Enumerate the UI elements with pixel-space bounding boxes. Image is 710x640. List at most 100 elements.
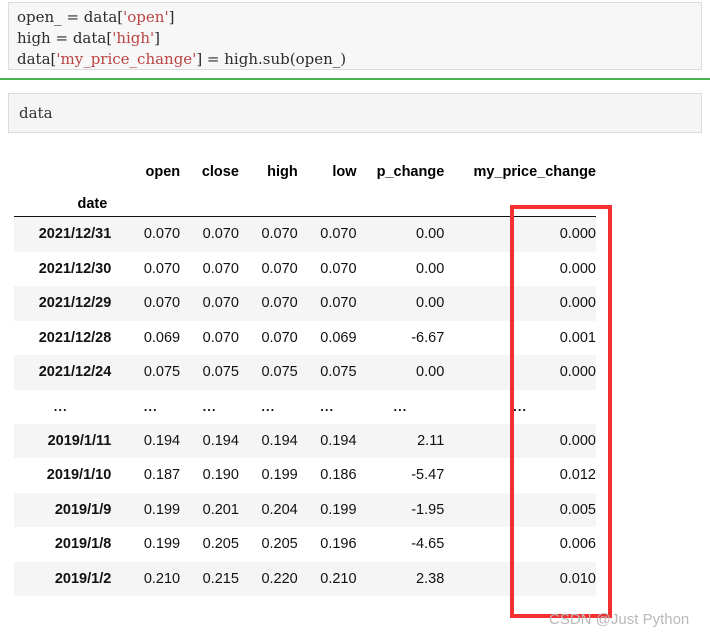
table-row-index: 2021/12/31: [38, 226, 112, 243]
table-row-index: 2019/1/10: [46, 467, 112, 484]
table-cell-my_price_change: 0.000: [559, 364, 596, 381]
table-body: 2021/12/31 0.070 0.070 0.070 0.070 0.00 0.000 2…: [14, 216, 596, 596]
table-cell-low: 0.069: [320, 329, 357, 346]
column-header-my-price-change: my_price_change: [473, 164, 596, 180]
code-token-plain: ]: [168, 8, 175, 26]
table-row: 2021/12/31 0.070 0.070 0.070 0.070 0.00 0.000: [14, 216, 596, 252]
table-cell-close: 0.070: [202, 295, 239, 312]
index-rule-6: [444, 180, 596, 217]
table-row-index: 2019/1/9: [54, 501, 112, 518]
table-cell-p_change: -6.67: [411, 329, 445, 346]
code-token-plain: ]: [154, 29, 161, 47]
table-cell-close: 0.190: [202, 467, 239, 484]
table-cell-my_price_change: 0.012: [559, 467, 596, 484]
table-cell-low: 0.199: [320, 501, 357, 518]
table-cell-open: 0.070: [143, 260, 181, 277]
table-cell-high: 0.204: [261, 501, 298, 518]
corner-cell: [14, 150, 121, 180]
table-cell-low: 0.210: [320, 570, 357, 587]
column-header-row: open close high low p_change my_price_ch…: [14, 150, 596, 180]
code-line-3: data['my_price_change'] = high.sub(open_…: [17, 49, 701, 70]
table-cell-p_change: -4.65: [411, 536, 445, 553]
table-cell-my_price_change: 0.010: [559, 570, 596, 587]
table-cell-open: 0.070: [143, 226, 181, 243]
table-row: 2021/12/28 0.069 0.070 0.070 0.069 -6.67 0.001: [14, 320, 596, 355]
watermark-text: CSDN @Just Python: [549, 611, 690, 628]
index-rule-1: [121, 180, 181, 217]
table-cell-high: 0.199: [261, 467, 298, 484]
table-cell-my_price_change: 0.005: [559, 501, 596, 518]
index-rule-5: [356, 180, 445, 217]
table-row: 2021/12/30 0.070 0.070 0.070 0.070 0.00 0.000: [14, 251, 596, 286]
code-token-plain: open_ = data[: [17, 8, 124, 26]
table-row-index: 2021/12/24: [38, 364, 112, 381]
code-line-1: open_ = data['open']: [17, 7, 701, 28]
data-cell-text: data: [19, 104, 53, 122]
code-token-plain: ] = high.sub(open_): [196, 50, 347, 68]
table-cell-high: 0.070: [261, 226, 298, 243]
code-source[interactable]: open_ = data['open'] high = data['high'] d…: [17, 7, 701, 70]
table-cell-high: 0.220: [261, 570, 298, 587]
table-cell-close: 0.075: [202, 364, 239, 381]
table-cell-close: 0.201: [202, 501, 239, 518]
table-row: 2019/1/10 0.187 0.190 0.199 0.186 -5.47 0.012: [14, 458, 596, 493]
table-cell-p_change: 2.38: [416, 570, 445, 587]
code-token-plain: high = data[: [17, 29, 113, 47]
table-cell-open: 0.210: [143, 570, 181, 587]
table-row-index: 2019/1/11: [47, 432, 112, 449]
table-row-ellipsis: .....................: [14, 389, 596, 424]
table-cell-my_price_change: 0.000: [559, 260, 596, 277]
table-row: 2019/1/9 0.199 0.201 0.204 0.199 -1.95 0.005: [14, 492, 596, 527]
table-cell-high: 0.070: [261, 329, 298, 346]
code-token-plain: data[: [17, 50, 57, 68]
table-cell-low: 0.070: [320, 226, 357, 243]
column-header-low: low: [332, 164, 357, 180]
table-row-index: 2021/12/30: [38, 260, 112, 277]
table-row-index: 2019/1/8: [54, 536, 112, 553]
table-cell-open: 0.199: [143, 536, 181, 553]
table-cell-high: 0.205: [261, 536, 298, 553]
table-cell-p_change: 0.00: [416, 260, 445, 277]
index-name-row: date: [14, 180, 596, 217]
table-cell-p_change: -1.95: [411, 501, 445, 518]
dataframe-table: open close high low p_change my_price_ch…: [14, 150, 596, 596]
code-token-str: 'open': [123, 8, 169, 26]
table-cell-close: 0.205: [202, 536, 239, 553]
table-cell-high: ...: [261, 399, 276, 414]
column-header-open: open: [145, 164, 181, 180]
cell-separator-divider: [0, 78, 710, 80]
table-cell-p_change: 0.00: [416, 226, 445, 243]
table-cell-p_change: 0.00: [416, 364, 445, 381]
table-row: 2021/12/29 0.070 0.070 0.070 0.070 0.00 0.000: [14, 286, 596, 321]
table-cell-high: 0.070: [261, 260, 298, 277]
table-cell-low: 0.070: [320, 260, 357, 277]
table-cell-my_price_change: 0.000: [559, 295, 596, 312]
column-header-p-change: p_change: [376, 164, 445, 180]
table-cell-high: 0.194: [261, 432, 298, 449]
table-cell-high: 0.075: [261, 364, 298, 381]
table-cell-my_price_change: 0.006: [559, 536, 596, 553]
table-row-index: ...: [53, 399, 68, 414]
table-cell-my_price_change: 0.000: [559, 226, 596, 243]
table-cell-low: 0.196: [320, 536, 357, 553]
table-cell-open: 0.199: [143, 501, 181, 518]
table-row: 2021/12/24 0.075 0.075 0.075 0.075 0.00 0.000: [14, 355, 596, 390]
index-rule-2: [180, 180, 239, 217]
table-cell-open: 0.194: [143, 432, 181, 449]
table-row: 2019/1/2 0.210 0.215 0.220 0.210 2.38 0.010: [14, 561, 596, 596]
code-line-2: high = data['high']: [17, 28, 701, 49]
table-cell-close: 0.215: [202, 570, 239, 587]
code-input-cell[interactable]: open_ = data['open'] high = data['high'] d…: [8, 2, 702, 70]
table-row-index: 2021/12/29: [38, 295, 112, 312]
table-cell-p_change: 2.11: [417, 432, 445, 449]
table-header: open close high low p_change my_price_ch…: [14, 150, 596, 217]
table-cell-low: 0.070: [320, 295, 357, 312]
code-token-str: 'high': [112, 29, 155, 47]
table-cell-p_change: ...: [393, 399, 408, 414]
table-cell-my_price_change: ...: [513, 399, 528, 414]
table-row: 2019/1/8 0.199 0.205 0.205 0.196 -4.65 0.006: [14, 527, 596, 562]
table-cell-my_price_change: 0.000: [559, 432, 596, 449]
table-cell-low: 0.186: [320, 467, 357, 484]
table-cell-open: 0.069: [143, 329, 181, 346]
data-input-cell[interactable]: data: [8, 93, 702, 133]
